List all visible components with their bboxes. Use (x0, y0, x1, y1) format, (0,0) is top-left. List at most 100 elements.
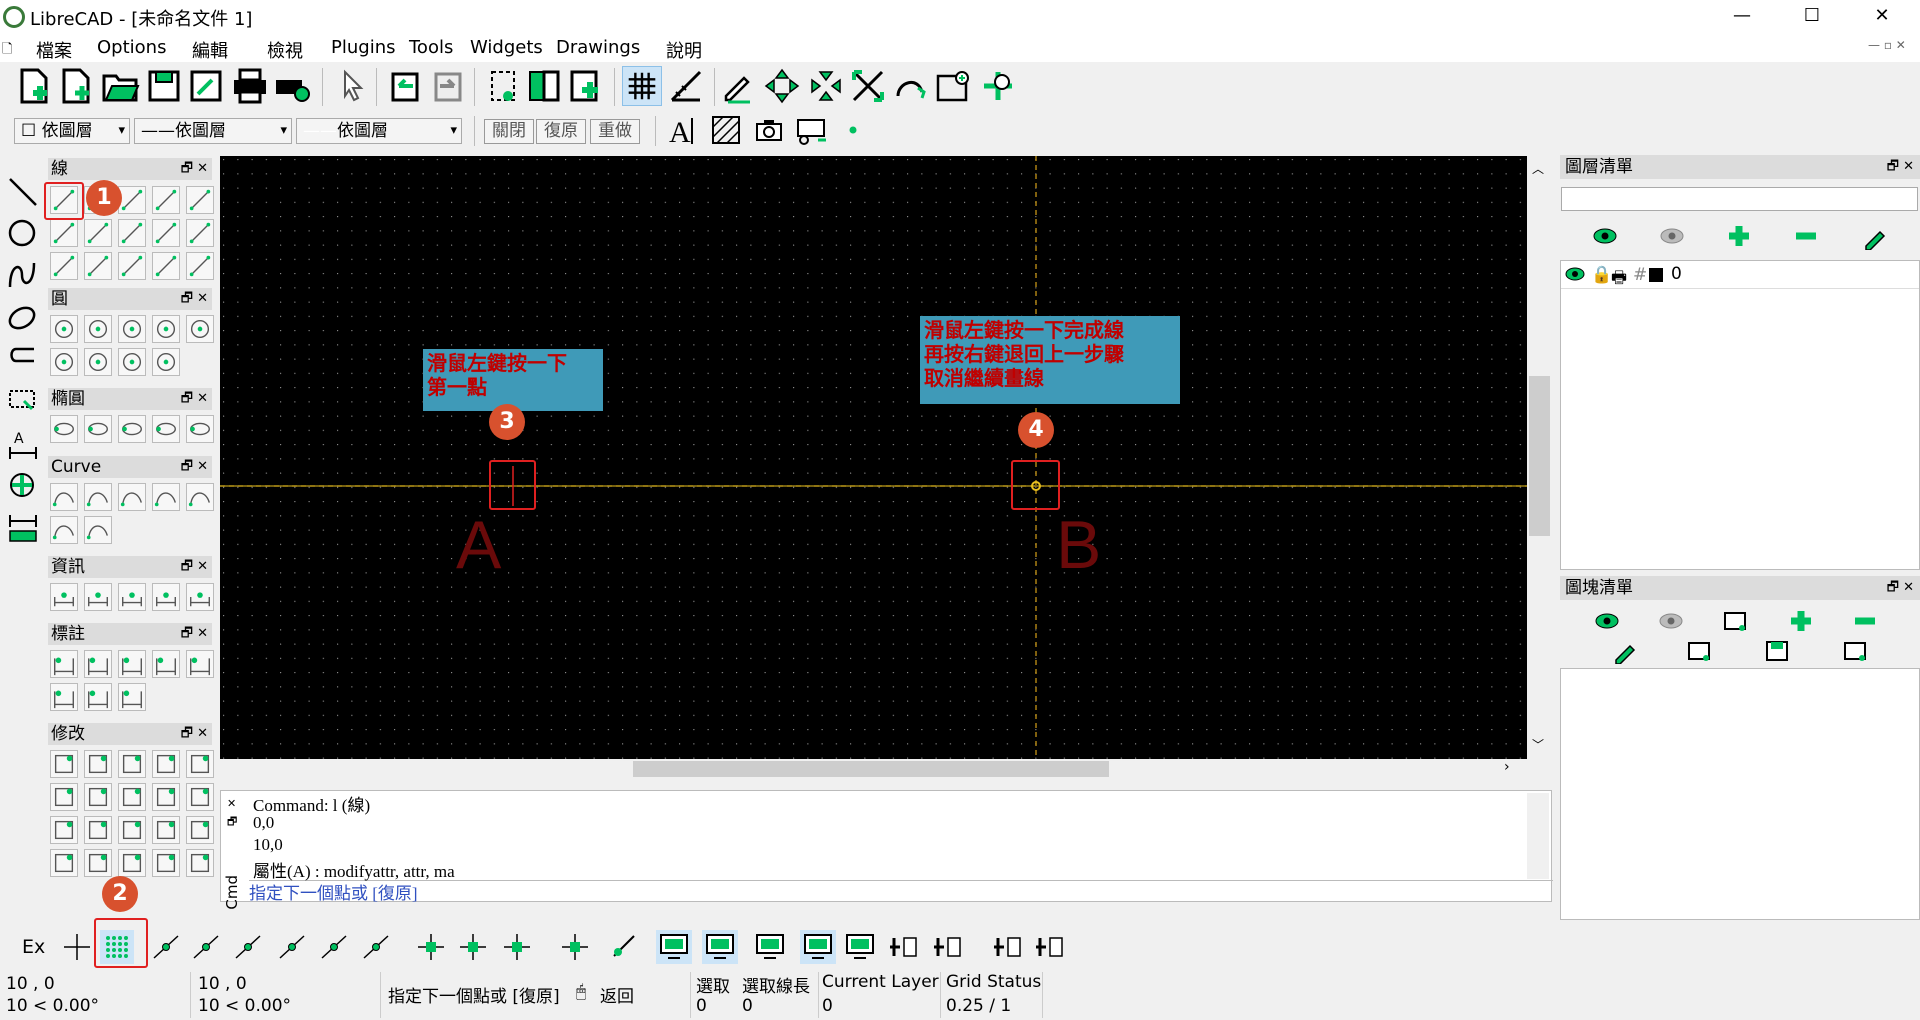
modify-tool-0-0-icon[interactable] (50, 750, 78, 778)
line-tool-1-1-icon[interactable] (84, 219, 112, 247)
block-save-icon[interactable] (1762, 638, 1792, 664)
restrict-orthogonal-icon[interactable] (456, 930, 490, 964)
menu-widgets[interactable]: Widgets (470, 37, 543, 58)
block-add-icon[interactable] (1786, 608, 1816, 634)
dock-controls[interactable]: 🗗 ✕ (181, 288, 208, 310)
scroll-right-icon[interactable]: › (1504, 759, 1510, 775)
modify-tool-1-1-icon[interactable] (84, 783, 112, 811)
zoom-in-icon[interactable] (762, 66, 802, 106)
modify-tool-0-2-icon[interactable] (118, 750, 146, 778)
draft-mode-icon[interactable] (666, 66, 706, 106)
zoom-pan-icon[interactable] (978, 66, 1018, 106)
circle-tool-0-0-icon[interactable] (50, 315, 78, 343)
line-tool-1-4-icon[interactable] (186, 219, 214, 247)
hscroll-thumb[interactable] (633, 761, 1109, 777)
block-show-all-icon[interactable] (1592, 608, 1622, 634)
cmd-scrollbar[interactable] (1527, 793, 1549, 879)
restrict-horizontal-icon[interactable] (558, 930, 592, 964)
dimension-tool-0-2-icon[interactable] (118, 650, 146, 678)
modify-tool-3-0-icon[interactable] (50, 849, 78, 877)
modify-tool-3-2-icon[interactable] (118, 849, 146, 877)
menu-tools[interactable]: Tools (409, 37, 453, 58)
line-tool-2-3-icon[interactable] (152, 252, 180, 280)
canvas-horizontal-scrollbar[interactable]: › (220, 759, 1552, 779)
cmd-dock-icon[interactable]: 🗗 (227, 813, 237, 832)
dimension-category-icon[interactable]: A (6, 427, 40, 461)
circle-tool-1-3-icon[interactable] (152, 348, 180, 376)
print-icon[interactable] (230, 66, 270, 106)
polyline-category-icon[interactable] (6, 343, 40, 377)
block-dock-controls[interactable]: 🗗 ✕ (1887, 576, 1914, 600)
modify-tool-2-4-icon[interactable] (186, 816, 214, 844)
curve-tool-0-1-icon[interactable] (84, 483, 112, 511)
layer-name[interactable]: 0 (1671, 264, 1682, 284)
dimension-tool-1-2-icon[interactable] (118, 683, 146, 711)
zoom-window-icon[interactable] (934, 66, 974, 106)
open-folder-icon[interactable] (100, 66, 140, 106)
ellipse-tool-0-1-icon[interactable] (84, 415, 112, 443)
layer-add-list-icon[interactable] (886, 930, 920, 964)
layer-edit-icon[interactable] (1858, 222, 1888, 251)
restrict-nothing-icon[interactable] (414, 930, 448, 964)
scroll-up-icon[interactable]: ︿ (1532, 160, 1544, 177)
close-button[interactable]: ✕ (1852, 0, 1912, 32)
block-new-icon[interactable] (1720, 608, 1750, 634)
dock-controls[interactable]: 🗗 ✕ (181, 623, 208, 645)
maximize-button[interactable]: ☐ (1782, 0, 1842, 32)
dock-controls[interactable]: 🗗 ✕ (181, 723, 208, 745)
line-tool-0-2-icon[interactable] (118, 186, 146, 214)
layer-search-input[interactable] (1561, 187, 1918, 211)
snap-middle-icon[interactable] (276, 930, 310, 964)
block-edit-icon[interactable] (1608, 638, 1638, 665)
undo-icon[interactable] (385, 66, 425, 106)
snap-on-entity-icon[interactable] (190, 930, 224, 964)
menu-drawings[interactable]: Drawings (556, 37, 640, 58)
info-tool-0-3-icon[interactable] (152, 583, 180, 611)
snap-distance-icon[interactable] (318, 930, 352, 964)
undo-poly-button[interactable]: 復原 (536, 119, 586, 144)
layer-dock-controls[interactable]: 🗗 ✕ (1887, 155, 1914, 179)
modify-tool-1-2-icon[interactable] (118, 783, 146, 811)
ellipse-tool-0-3-icon[interactable] (152, 415, 180, 443)
zoom-previous-icon[interactable] (890, 66, 930, 106)
hatch-icon[interactable] (710, 114, 742, 146)
redo-poly-button[interactable]: 重做 (590, 119, 640, 144)
exclusive-snap-label[interactable]: Ex (22, 936, 45, 958)
command-prompt-input[interactable]: 指定下一個點或 [復原] (249, 879, 418, 904)
menu-options[interactable]: Options (97, 37, 166, 58)
cmd-float-icon[interactable]: ✕ (227, 797, 236, 810)
block-create-icon[interactable] (1840, 638, 1870, 664)
layer-color-combo[interactable]: ☐ 依圖層 (14, 118, 130, 144)
print-preview-icon[interactable] (272, 66, 312, 106)
dock-controls[interactable]: 🗗 ✕ (181, 456, 208, 478)
line-tool-0-3-icon[interactable] (152, 186, 180, 214)
cut-icon[interactable] (484, 66, 524, 106)
modify-tool-2-3-icon[interactable] (152, 816, 180, 844)
curve-tool-0-0-icon[interactable] (50, 483, 78, 511)
layer-construction-icon[interactable]: # (1633, 265, 1647, 285)
circle-tool-0-2-icon[interactable] (118, 315, 146, 343)
save-icon[interactable] (144, 66, 184, 106)
close-poly-button[interactable]: 關閉 (484, 119, 534, 144)
curve-tool-1-0-icon[interactable] (50, 516, 78, 544)
snap-free-icon[interactable] (60, 930, 94, 964)
modify-tool-0-4-icon[interactable] (186, 750, 214, 778)
text-tool-icon[interactable]: A (666, 112, 700, 149)
block-hide-all-icon[interactable] (1656, 608, 1686, 634)
menu-view[interactable]: 檢視 (267, 37, 303, 63)
block-insert-icon[interactable] (794, 114, 830, 146)
block-insert-icon[interactable] (1684, 638, 1714, 664)
view-toggle-1-icon[interactable] (702, 930, 738, 964)
canvas-vertical-scrollbar[interactable]: ︿ ﹀ (1527, 156, 1552, 759)
layer-remove-icon[interactable] (1791, 222, 1821, 250)
curve-category-icon[interactable] (6, 259, 40, 293)
select-category-icon[interactable] (6, 385, 40, 419)
block-remove-icon[interactable] (1850, 608, 1880, 634)
circle-tool-0-1-icon[interactable] (84, 315, 112, 343)
dimension-tool-0-1-icon[interactable] (84, 650, 112, 678)
vscroll-thumb[interactable] (1529, 376, 1550, 536)
dock-controls[interactable]: 🗗 ✕ (181, 158, 208, 180)
layer-hide-all-icon[interactable] (1657, 222, 1687, 250)
line-tool-1-3-icon[interactable] (152, 219, 180, 247)
circle-tool-0-3-icon[interactable] (152, 315, 180, 343)
